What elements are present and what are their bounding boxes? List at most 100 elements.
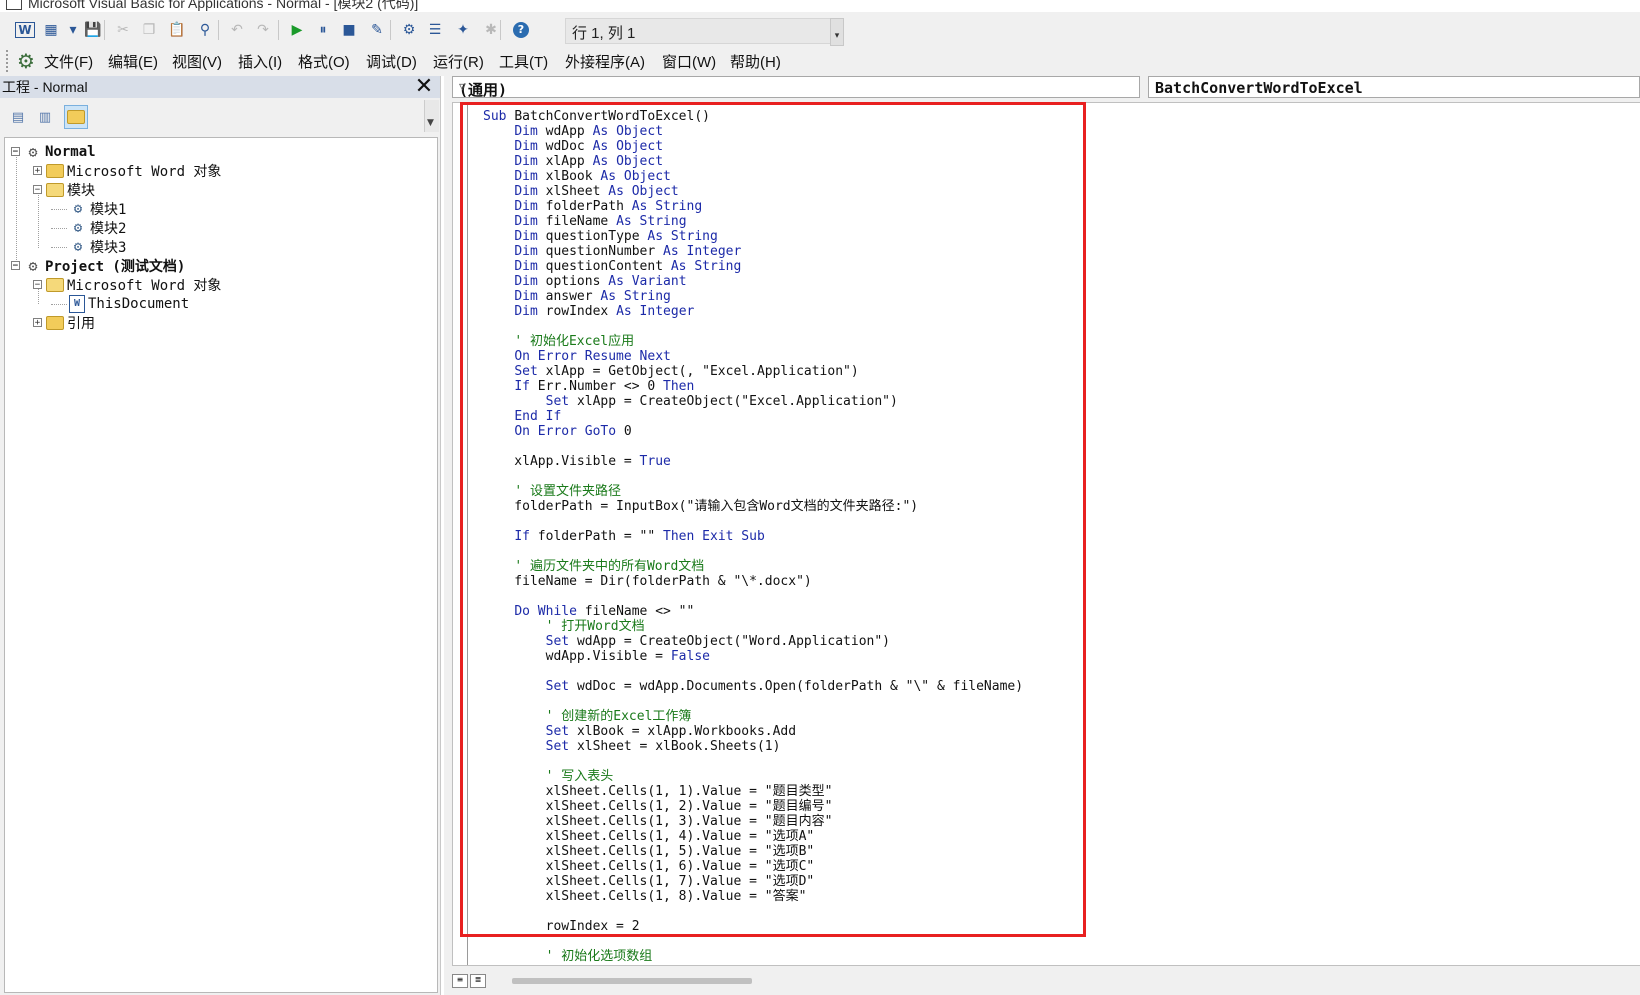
code-line[interactable]: ' 写入表头 <box>483 769 1023 784</box>
word-view-button[interactable]: W <box>14 19 36 41</box>
tree-item[interactable]: − ⚙ Project (测试文档) <box>11 256 185 275</box>
code-line[interactable]: Set xlSheet = xlBook.Sheets(1) <box>483 739 1023 754</box>
collapse-icon[interactable]: − <box>33 280 42 290</box>
code-line[interactable]: xlSheet.Cells(1, 3).Value = "题目内容" <box>483 814 1023 829</box>
menu-item[interactable]: 工具(T) <box>499 51 548 72</box>
tree-item[interactable]: W ThisDocument <box>69 294 189 313</box>
code-line[interactable] <box>483 589 1023 604</box>
code-line[interactable]: ' 初始化选项数组 <box>483 949 1023 964</box>
code-line[interactable]: xlSheet.Cells(1, 2).Value = "题目编号" <box>483 799 1023 814</box>
code-line[interactable] <box>483 544 1023 559</box>
code-line[interactable]: Dim xlSheet As Object <box>483 184 1023 199</box>
menu-item[interactable]: 外接程序(A) <box>565 51 645 72</box>
code-line[interactable]: ' 初始化Excel应用 <box>483 334 1023 349</box>
menu-item[interactable]: 文件(F) <box>44 51 93 72</box>
menu-grip[interactable] <box>6 50 11 72</box>
properties-button[interactable]: ☰ <box>424 19 446 41</box>
insert-userform-button[interactable]: ▦ <box>40 19 62 41</box>
code-line[interactable]: Set xlApp = CreateObject("Excel.Applicat… <box>483 394 1023 409</box>
code-line[interactable]: ' 打开Word文档 <box>483 619 1023 634</box>
project-toolbar-scroll[interactable]: ▼ <box>424 100 439 132</box>
tree-item[interactable]: − 模块 <box>33 180 95 199</box>
collapse-icon[interactable]: − <box>11 261 20 271</box>
save-button[interactable]: 💾 <box>82 19 104 41</box>
object-browser-button[interactable]: ✦ <box>452 19 474 41</box>
expand-icon[interactable]: + <box>33 318 42 328</box>
code-line[interactable] <box>483 319 1023 334</box>
tree-item[interactable]: ⚙ 模块1 <box>69 199 127 218</box>
vba-project-icon[interactable]: ⚙ <box>14 49 38 73</box>
code-line[interactable]: xlSheet.Cells(1, 7).Value = "选项D" <box>483 874 1023 889</box>
collapse-icon[interactable]: − <box>33 185 42 195</box>
design-mode-button[interactable]: ✎ <box>366 19 388 41</box>
code-line[interactable]: Set xlBook = xlApp.Workbooks.Add <box>483 724 1023 739</box>
view-code-button[interactable]: ▤ <box>6 105 30 129</box>
break-button[interactable]: ⏸ <box>312 19 334 41</box>
code-line[interactable]: Sub BatchConvertWordToExcel() <box>483 109 1023 124</box>
code-line[interactable]: ' 设置文件夹路径 <box>483 484 1023 499</box>
copy-button[interactable]: ❐ <box>138 19 160 41</box>
toolbox-button[interactable]: ✱ <box>480 19 502 41</box>
code-line[interactable]: Set wdDoc = wdApp.Documents.Open(folderP… <box>483 679 1023 694</box>
code-line[interactable]: Dim wdDoc As Object <box>483 139 1023 154</box>
full-module-view-button[interactable]: ≣ <box>470 974 486 988</box>
code-text[interactable]: Sub BatchConvertWordToExcel() Dim wdApp … <box>483 109 1023 965</box>
code-editor[interactable]: Sub BatchConvertWordToExcel() Dim wdApp … <box>452 102 1640 966</box>
code-line[interactable]: rowIndex = 2 <box>483 919 1023 934</box>
procedure-view-button[interactable]: ≡ <box>452 974 468 988</box>
code-line[interactable]: Set wdApp = CreateObject("Word.Applicati… <box>483 634 1023 649</box>
code-line[interactable]: xlSheet.Cells(1, 8).Value = "答案" <box>483 889 1023 904</box>
code-line[interactable] <box>483 904 1023 919</box>
code-line[interactable]: Dim questionNumber As Integer <box>483 244 1023 259</box>
menu-item[interactable]: 帮助(H) <box>730 51 781 72</box>
code-line[interactable] <box>483 694 1023 709</box>
tree-item[interactable]: ⚙ 模块3 <box>69 237 127 256</box>
code-line[interactable]: folderPath = InputBox("请输入包含Word文档的文件夹路径… <box>483 499 1023 514</box>
code-line[interactable]: xlApp.Visible = True <box>483 454 1023 469</box>
code-line[interactable]: xlSheet.Cells(1, 1).Value = "题目类型" <box>483 784 1023 799</box>
chevron-down-icon[interactable]: ▽ <box>459 80 1135 93</box>
redo-button[interactable]: ↷ <box>252 19 274 41</box>
expand-icon[interactable]: + <box>33 166 42 176</box>
code-line[interactable] <box>483 469 1023 484</box>
scroll-thumb[interactable] <box>512 978 752 984</box>
code-line[interactable]: Dim rowIndex As Integer <box>483 304 1023 319</box>
code-line[interactable]: fileName = Dir(folderPath & "\*.docx") <box>483 574 1023 589</box>
code-line[interactable] <box>483 934 1023 949</box>
menu-item[interactable]: 插入(I) <box>238 51 282 72</box>
horizontal-scrollbar[interactable]: ≡ ≣ <box>452 966 1640 995</box>
tree-item[interactable]: ⚙ 模块2 <box>69 218 127 237</box>
code-line[interactable]: Dim xlBook As Object <box>483 169 1023 184</box>
code-line[interactable]: Set xlApp = GetObject(, "Excel.Applicati… <box>483 364 1023 379</box>
reset-button[interactable]: ■ <box>338 19 360 41</box>
object-combo[interactable]: (通用) ▽ <box>452 76 1140 99</box>
collapse-icon[interactable]: − <box>11 147 20 157</box>
code-line[interactable]: If folderPath = "" Then Exit Sub <box>483 529 1023 544</box>
tree-item[interactable]: + 引用 <box>33 313 95 332</box>
close-icon[interactable]: ✕ <box>412 75 436 99</box>
code-line[interactable]: On Error GoTo 0 <box>483 424 1023 439</box>
code-line[interactable]: If Err.Number <> 0 Then <box>483 379 1023 394</box>
code-line[interactable]: Dim options As Variant <box>483 274 1023 289</box>
code-line[interactable]: xlSheet.Cells(1, 4).Value = "选项A" <box>483 829 1023 844</box>
tree-item[interactable]: + Microsoft Word 对象 <box>33 161 221 180</box>
project-explorer-button[interactable]: ⚙ <box>398 19 420 41</box>
menu-item[interactable]: 运行(R) <box>433 51 484 72</box>
code-line[interactable]: ' 创建新的Excel工作簿 <box>483 709 1023 724</box>
code-margin[interactable] <box>453 103 468 965</box>
code-line[interactable]: xlSheet.Cells(1, 5).Value = "选项B" <box>483 844 1023 859</box>
help-button[interactable]: ? <box>510 19 532 41</box>
tree-item[interactable]: − ⚙ Normal <box>11 142 96 161</box>
code-line[interactable]: End If <box>483 409 1023 424</box>
menu-item[interactable]: 窗口(W) <box>662 51 716 72</box>
code-line[interactable]: Dim answer As String <box>483 289 1023 304</box>
insert-dropdown-button[interactable]: ▾ <box>62 19 84 41</box>
code-line[interactable]: Do While fileName <> "" <box>483 604 1023 619</box>
menu-item[interactable]: 视图(V) <box>172 51 222 72</box>
code-line[interactable]: xlSheet.Cells(1, 6).Value = "选项C" <box>483 859 1023 874</box>
menu-item[interactable]: 格式(O) <box>298 51 350 72</box>
code-line[interactable]: ' 遍历文件夹中的所有Word文档 <box>483 559 1023 574</box>
tree-item[interactable]: − Microsoft Word 对象 <box>33 275 221 294</box>
menu-item[interactable]: 编辑(E) <box>108 51 158 72</box>
toolbar-overflow-button[interactable]: ▾ <box>830 18 844 46</box>
